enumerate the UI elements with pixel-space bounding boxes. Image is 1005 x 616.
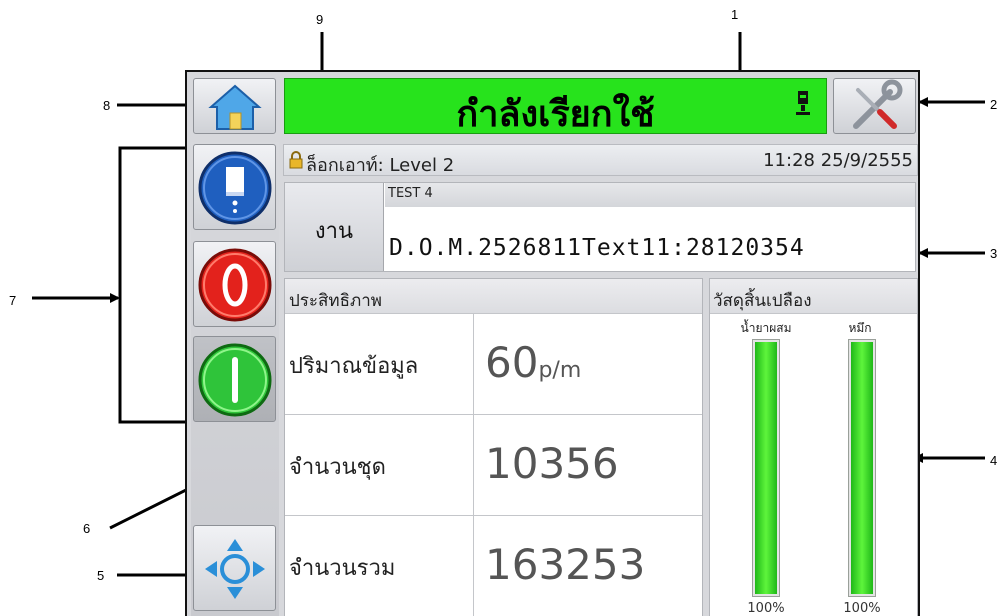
- row-divider: [473, 415, 474, 515]
- callout-number-9: 9: [316, 12, 324, 27]
- makeup-gauge: [752, 339, 780, 597]
- callout-number-3: 3: [990, 246, 998, 261]
- home-button[interactable]: [193, 78, 276, 134]
- lock-icon: [289, 151, 303, 169]
- callout-number-4: 4: [990, 453, 998, 468]
- total-count-value: 163253: [485, 540, 646, 589]
- performance-panel: ประสิทธิภาพ ปริมาณข้อมูล 60p/m จำนวนชุด …: [284, 278, 703, 616]
- stop-button[interactable]: [193, 241, 276, 327]
- job-button-label: งาน: [314, 219, 354, 244]
- job-panel: งาน TEST 4 D.O.M.2526811Text11:28120354: [284, 182, 916, 272]
- printer-status-bar[interactable]: กำลังเรียกใช้: [284, 78, 827, 135]
- sidebar: [191, 142, 279, 616]
- line-speed-value: 60p/m: [485, 338, 581, 387]
- printhead-icon: [796, 91, 810, 115]
- callout-number-6: 6: [83, 521, 91, 536]
- callout-number-5: 5: [97, 568, 105, 583]
- consumables-title: วัสดุสิ้นเปลือง: [713, 291, 812, 311]
- line-speed-unit: p/m: [538, 358, 582, 383]
- callout-number-1: 1: [731, 7, 739, 22]
- wrench-screwdriver-icon: [853, 79, 903, 129]
- ink-gauge: [848, 339, 876, 597]
- start-button[interactable]: [193, 336, 276, 422]
- job-name-strip: TEST 4: [385, 183, 915, 207]
- performance-row-batch-count: จำนวนชุด 10356: [285, 415, 702, 516]
- start-icon: [198, 343, 272, 417]
- callout-number-8: 8: [103, 98, 111, 113]
- stop-icon: [198, 248, 272, 322]
- navigation-arrows-icon: [205, 539, 265, 599]
- performance-row-line-speed: ปริมาณข้อมูล 60p/m: [285, 314, 702, 415]
- printer-status-text: กำลังเรียกใช้: [456, 94, 655, 135]
- tools-button[interactable]: [833, 78, 916, 134]
- job-button[interactable]: งาน: [285, 183, 384, 271]
- performance-row-total-count: จำนวนรวม 163253: [285, 516, 702, 616]
- information-button[interactable]: [193, 144, 276, 230]
- job-name: TEST 4: [388, 186, 433, 201]
- row-divider: [473, 314, 474, 414]
- batch-count-label: จำนวนชุด: [289, 455, 386, 480]
- consumables-panel[interactable]: วัสดุสิ้นเปลือง น้ำยาผสม 100% หมึก 100%: [709, 278, 918, 616]
- date-time: 11:28 25/9/2555: [763, 150, 913, 171]
- ink-percent: 100%: [843, 601, 881, 616]
- makeup-label: น้ำยาผสม: [740, 321, 792, 335]
- consumables-header: วัสดุสิ้นเปลือง: [710, 279, 917, 314]
- batch-count-value: 10356: [485, 439, 619, 488]
- row-divider: [473, 516, 474, 616]
- performance-title: ประสิทธิภาพ: [289, 291, 382, 311]
- makeup-percent: 100%: [747, 601, 785, 616]
- total-count-label: จำนวนรวม: [289, 556, 396, 581]
- line-speed-number: 60: [485, 338, 539, 387]
- user-login-text[interactable]: ล็อกเอาท์: Level 2: [306, 150, 454, 179]
- printer-touch-screen: กำลังเรียกใช้ ล็อกเอาท์: Level 2 11:28 2…: [185, 70, 920, 616]
- performance-header: ประสิทธิภาพ: [285, 279, 702, 314]
- callout-number-7: 7: [9, 293, 17, 308]
- info-book-icon: [198, 151, 272, 225]
- navigation-button[interactable]: [193, 525, 276, 611]
- ink-gauge-fill: [851, 342, 873, 594]
- home-icon: [208, 84, 262, 130]
- message-preview[interactable]: D.O.M.2526811Text11:28120354: [389, 235, 805, 261]
- callout-number-2: 2: [990, 97, 998, 112]
- makeup-gauge-fill: [755, 342, 777, 594]
- line-speed-label: ปริมาณข้อมูล: [289, 354, 419, 379]
- ink-label: หมึก: [848, 321, 872, 335]
- info-bar: ล็อกเอาท์: Level 2 11:28 25/9/2555: [283, 144, 918, 176]
